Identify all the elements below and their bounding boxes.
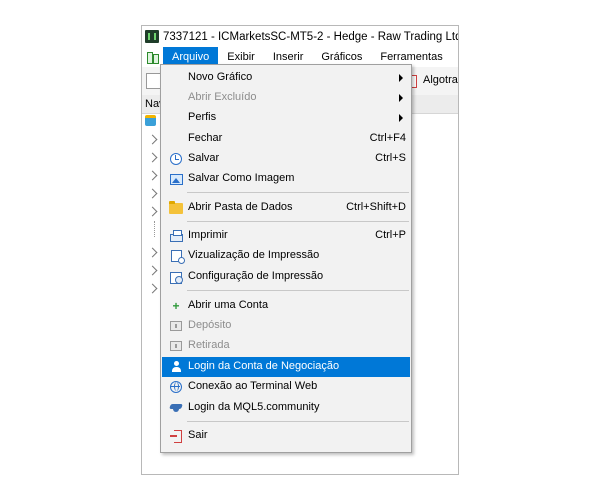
- menu-separator: [187, 290, 409, 291]
- menu-item-label: Abrir Excluído: [188, 91, 257, 103]
- menu-item-label: Abrir uma Conta: [188, 299, 269, 311]
- menu-item-shortcut: Ctrl+P: [375, 229, 406, 241]
- menu-item-shortcut: Ctrl+F4: [369, 132, 406, 144]
- menu-item-salvar-como-imagem[interactable]: Salvar Como Imagem: [162, 169, 410, 189]
- menu-item-deposito[interactable]: Depósito: [162, 316, 410, 336]
- menu-item-salvar[interactable]: Salvar Ctrl+S: [162, 149, 410, 169]
- print-preview-icon: [169, 249, 185, 264]
- print-settings-icon: [169, 270, 183, 284]
- menu-item-retirada[interactable]: Retirada: [162, 336, 410, 356]
- withdraw-icon: [169, 339, 183, 353]
- printer-icon: [169, 229, 183, 243]
- chevron-right-icon[interactable]: [147, 265, 158, 276]
- menu-item-label: Vizualização de Impressão: [188, 249, 320, 261]
- exit-icon: [169, 429, 183, 443]
- submenu-arrow-icon: [399, 114, 403, 122]
- menu-item-label: Salvar Como Imagem: [188, 172, 295, 184]
- menu-item-label: Depósito: [188, 319, 232, 331]
- menu-item-label: Fechar: [188, 132, 223, 144]
- chart-menu-icon[interactable]: [145, 51, 159, 64]
- menu-item-abrir-excluido[interactable]: Abrir Excluído: [162, 88, 410, 108]
- menu-item-shortcut: Ctrl+S: [375, 152, 406, 164]
- mql5-icon: [169, 401, 183, 415]
- chevron-right-icon[interactable]: [147, 283, 158, 294]
- title-bar: 7337121 - ICMarketsSC-MT5-2 - Hedge - Ra…: [142, 26, 458, 47]
- menu-item-label: Novo Gráfico: [188, 71, 253, 83]
- menu-item-imprimir[interactable]: Imprimir Ctrl+P: [162, 226, 410, 246]
- chevron-right-icon[interactable]: [147, 152, 158, 163]
- menu-separator: [187, 221, 409, 222]
- terminal-root-icon[interactable]: [145, 115, 156, 126]
- save-icon: [169, 152, 183, 166]
- folder-icon: [169, 200, 183, 215]
- menu-item-perfis[interactable]: Perfis: [162, 108, 410, 128]
- chevron-right-icon[interactable]: [147, 134, 158, 145]
- menu-item-configuracao-de-impressao[interactable]: Configuração de Impressão: [162, 267, 410, 287]
- menu-item-label: Abrir Pasta de Dados: [188, 201, 293, 213]
- menu-separator: [187, 192, 409, 193]
- menu-item-login-mql5-community[interactable]: Login da MQL5.community: [162, 398, 410, 418]
- menu-item-novo-grafico[interactable]: Novo Gráfico: [162, 68, 410, 88]
- chevron-right-icon[interactable]: [147, 188, 158, 199]
- menu-item-label: Conexão ao Terminal Web: [188, 380, 318, 392]
- image-icon: [169, 172, 183, 186]
- menu-item-abrir-uma-conta[interactable]: + Abrir uma Conta: [162, 296, 410, 316]
- menu-janela[interactable]: J: [452, 47, 458, 67]
- window-title: 7337121 - ICMarketsSC-MT5-2 - Hedge - Ra…: [163, 30, 458, 43]
- menu-item-sair[interactable]: Sair: [162, 426, 410, 446]
- menu-item-shortcut: Ctrl+Shift+D: [346, 201, 406, 213]
- menu-item-label: Retirada: [188, 339, 230, 351]
- chevron-right-icon[interactable]: [147, 206, 158, 217]
- menu-item-label: Imprimir: [188, 229, 228, 241]
- menu-item-abrir-pasta-de-dados[interactable]: Abrir Pasta de Dados Ctrl+Shift+D: [162, 198, 410, 218]
- menu-separator: [187, 421, 409, 422]
- metatrader-app-icon: [145, 30, 159, 43]
- menu-item-label: Perfis: [188, 111, 217, 123]
- menu-item-label: Login da MQL5.community: [188, 401, 320, 413]
- deposit-icon: [169, 319, 183, 333]
- navigator-tree: [142, 113, 162, 294]
- tree-connector: [154, 221, 156, 237]
- menu-item-fechar[interactable]: Fechar Ctrl+F4: [162, 129, 410, 149]
- submenu-arrow-icon: [399, 74, 403, 82]
- chevron-right-icon[interactable]: [147, 247, 158, 258]
- menu-item-conexao-ao-terminal-web[interactable]: Conexão ao Terminal Web: [162, 377, 410, 397]
- menu-item-login-da-conta-de-negociacao[interactable]: Login da Conta de Negociação: [162, 357, 410, 377]
- globe-icon: [169, 380, 183, 394]
- menu-item-label: Login da Conta de Negociação: [188, 360, 340, 372]
- menu-item-label: Salvar: [188, 152, 220, 164]
- algotrading-button[interactable]: Algotra: [423, 74, 458, 86]
- submenu-arrow-icon: [399, 94, 403, 102]
- plus-icon: +: [172, 299, 180, 313]
- user-icon: [169, 360, 183, 374]
- menu-item-label: Sair: [188, 429, 208, 441]
- arquivo-dropdown-menu: Novo Gráfico Abrir Excluído Perfis Fecha…: [160, 64, 412, 453]
- menu-item-vizualizacao-de-impressao[interactable]: Vizualização de Impressão: [162, 246, 410, 266]
- chevron-right-icon[interactable]: [147, 170, 158, 181]
- menu-item-label: Configuração de Impressão: [188, 270, 324, 282]
